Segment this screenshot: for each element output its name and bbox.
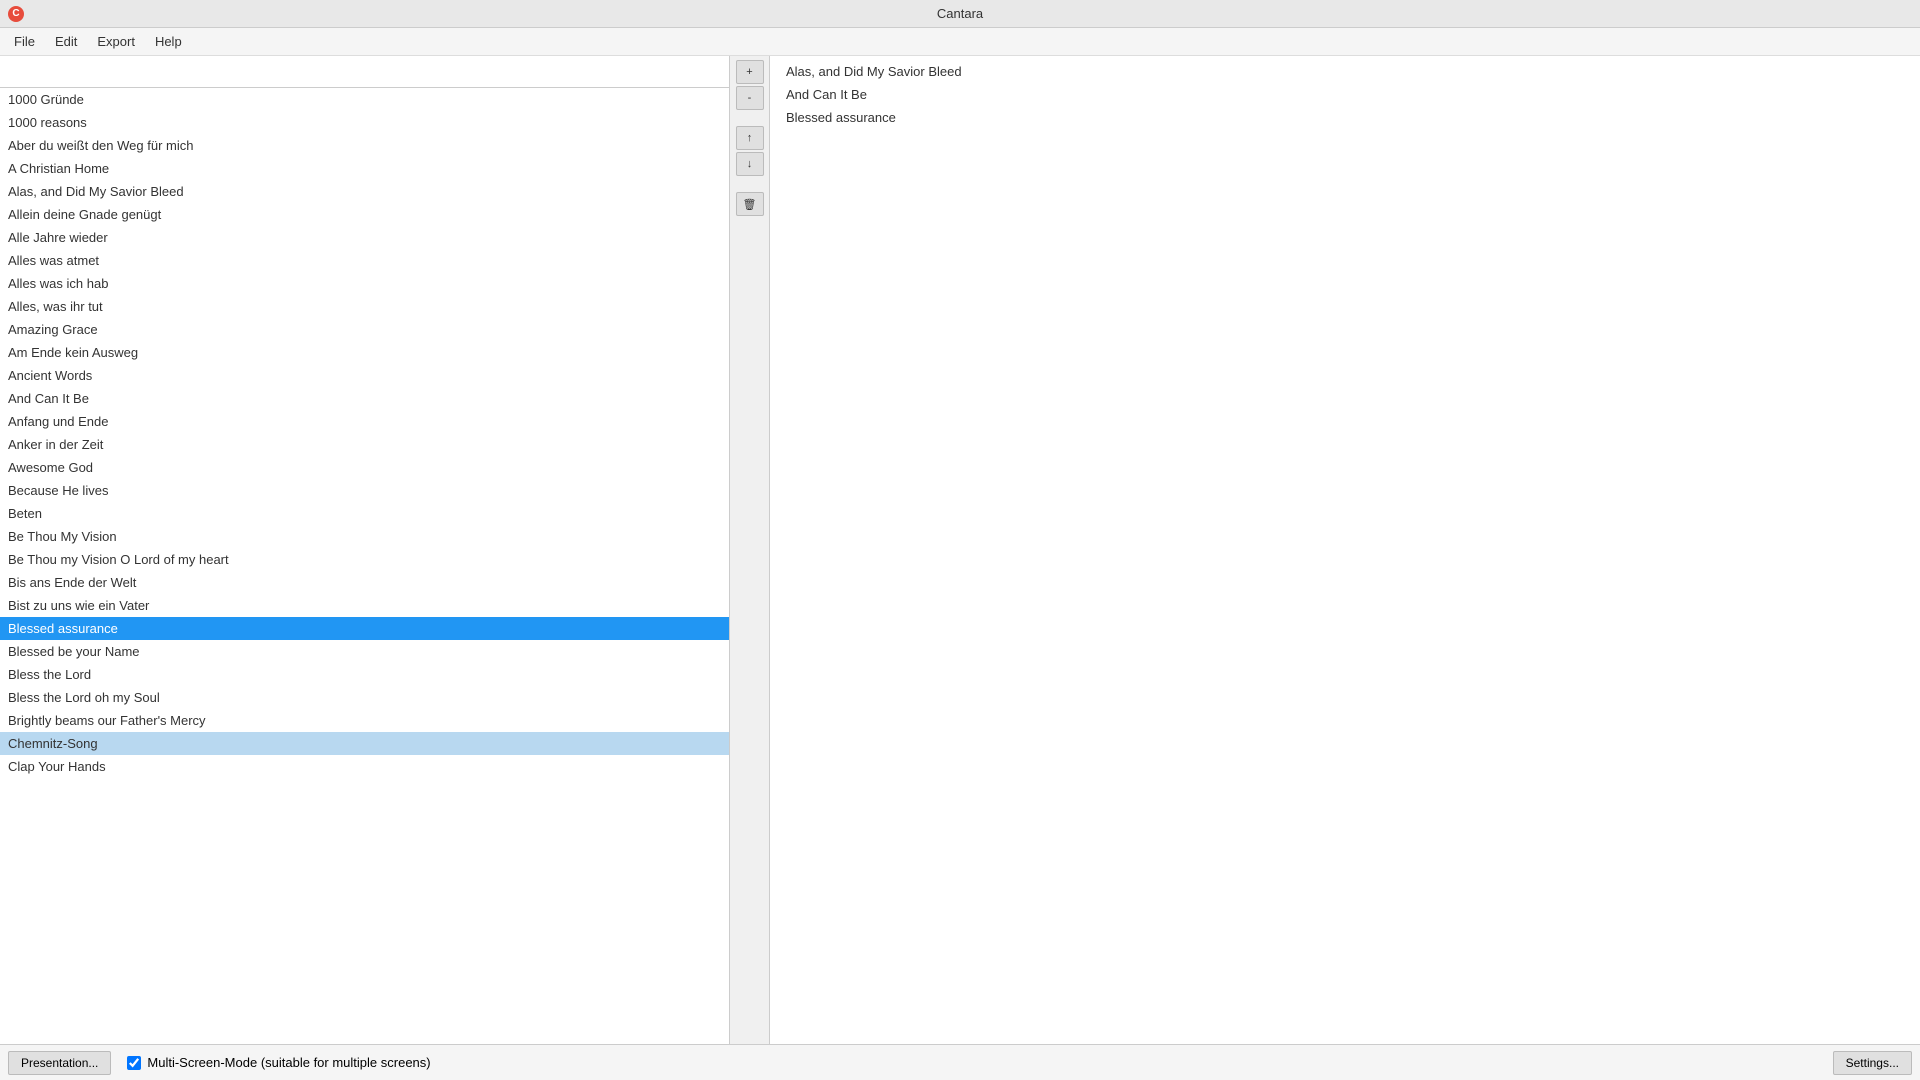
multi-screen-label: Multi-Screen-Mode (suitable for multiple…	[147, 1055, 430, 1070]
song-item[interactable]: Anker in der Zeit	[0, 433, 729, 456]
statusbar: Presentation... Multi-Screen-Mode (suita…	[0, 1044, 1920, 1080]
song-item[interactable]: A Christian Home	[0, 157, 729, 180]
multi-screen-mode: Multi-Screen-Mode (suitable for multiple…	[127, 1055, 430, 1070]
menu-help[interactable]: Help	[145, 30, 192, 53]
song-item[interactable]: Bless the Lord	[0, 663, 729, 686]
song-item[interactable]: Blessed be your Name	[0, 640, 729, 663]
left-panel: 1000 Gründe1000 reasonsAber du weißt den…	[0, 56, 730, 1044]
spacer2	[736, 178, 764, 190]
menu-file[interactable]: File	[4, 30, 45, 53]
app-icon: C	[8, 6, 24, 22]
song-item[interactable]: 1000 reasons	[0, 111, 729, 134]
multi-screen-checkbox[interactable]	[127, 1056, 141, 1070]
right-panel: Alas, and Did My Savior BleedAnd Can It …	[770, 56, 1920, 1044]
menu-edit[interactable]: Edit	[45, 30, 87, 53]
move-up-button[interactable]: ↑	[736, 126, 764, 150]
song-item[interactable]: Blessed assurance	[0, 617, 729, 640]
presentation-button[interactable]: Presentation...	[8, 1051, 111, 1075]
song-item[interactable]: Bis ans Ende der Welt	[0, 571, 729, 594]
song-item[interactable]: Aber du weißt den Weg für mich	[0, 134, 729, 157]
song-item[interactable]: Beten	[0, 502, 729, 525]
song-item[interactable]: Brightly beams our Father's Mercy	[0, 709, 729, 732]
song-item[interactable]: Amazing Grace	[0, 318, 729, 341]
song-list[interactable]: 1000 Gründe1000 reasonsAber du weißt den…	[0, 88, 729, 1044]
song-item[interactable]: Alles, was ihr tut	[0, 295, 729, 318]
move-down-button[interactable]: ↓	[736, 152, 764, 176]
menu-export[interactable]: Export	[87, 30, 145, 53]
middle-controls: + - ↑ ↓ 🗑	[730, 56, 770, 1044]
song-item[interactable]: Am Ende kein Ausweg	[0, 341, 729, 364]
add-button[interactable]: +	[736, 60, 764, 84]
song-item[interactable]: Alle Jahre wieder	[0, 226, 729, 249]
app-title: Cantara	[937, 6, 983, 21]
song-item[interactable]: Because He lives	[0, 479, 729, 502]
song-item[interactable]: 1000 Gründe	[0, 88, 729, 111]
song-item[interactable]: Anfang und Ende	[0, 410, 729, 433]
playlist-item[interactable]: And Can It Be	[778, 83, 1912, 106]
song-item[interactable]: Chemnitz-Song	[0, 732, 729, 755]
song-item[interactable]: Alas, and Did My Savior Bleed	[0, 180, 729, 203]
song-item[interactable]: Alles was ich hab	[0, 272, 729, 295]
song-item[interactable]: Bless the Lord oh my Soul	[0, 686, 729, 709]
song-item[interactable]: And Can It Be	[0, 387, 729, 410]
delete-button[interactable]: 🗑	[736, 192, 764, 216]
search-input[interactable]	[0, 56, 729, 87]
spacer	[736, 112, 764, 124]
remove-button[interactable]: -	[736, 86, 764, 110]
song-item[interactable]: Alles was atmet	[0, 249, 729, 272]
song-item[interactable]: Awesome God	[0, 456, 729, 479]
search-bar	[0, 56, 729, 88]
song-item[interactable]: Ancient Words	[0, 364, 729, 387]
playlist-item[interactable]: Blessed assurance	[778, 106, 1912, 129]
settings-button[interactable]: Settings...	[1833, 1051, 1912, 1075]
playlist-item[interactable]: Alas, and Did My Savior Bleed	[778, 60, 1912, 83]
menubar: File Edit Export Help	[0, 28, 1920, 56]
song-item[interactable]: Allein deine Gnade genügt	[0, 203, 729, 226]
titlebar: C Cantara	[0, 0, 1920, 28]
main-area: 1000 Gründe1000 reasonsAber du weißt den…	[0, 56, 1920, 1044]
song-item[interactable]: Be Thou my Vision O Lord of my heart	[0, 548, 729, 571]
song-item[interactable]: Clap Your Hands	[0, 755, 729, 778]
song-item[interactable]: Bist zu uns wie ein Vater	[0, 594, 729, 617]
song-item[interactable]: Be Thou My Vision	[0, 525, 729, 548]
